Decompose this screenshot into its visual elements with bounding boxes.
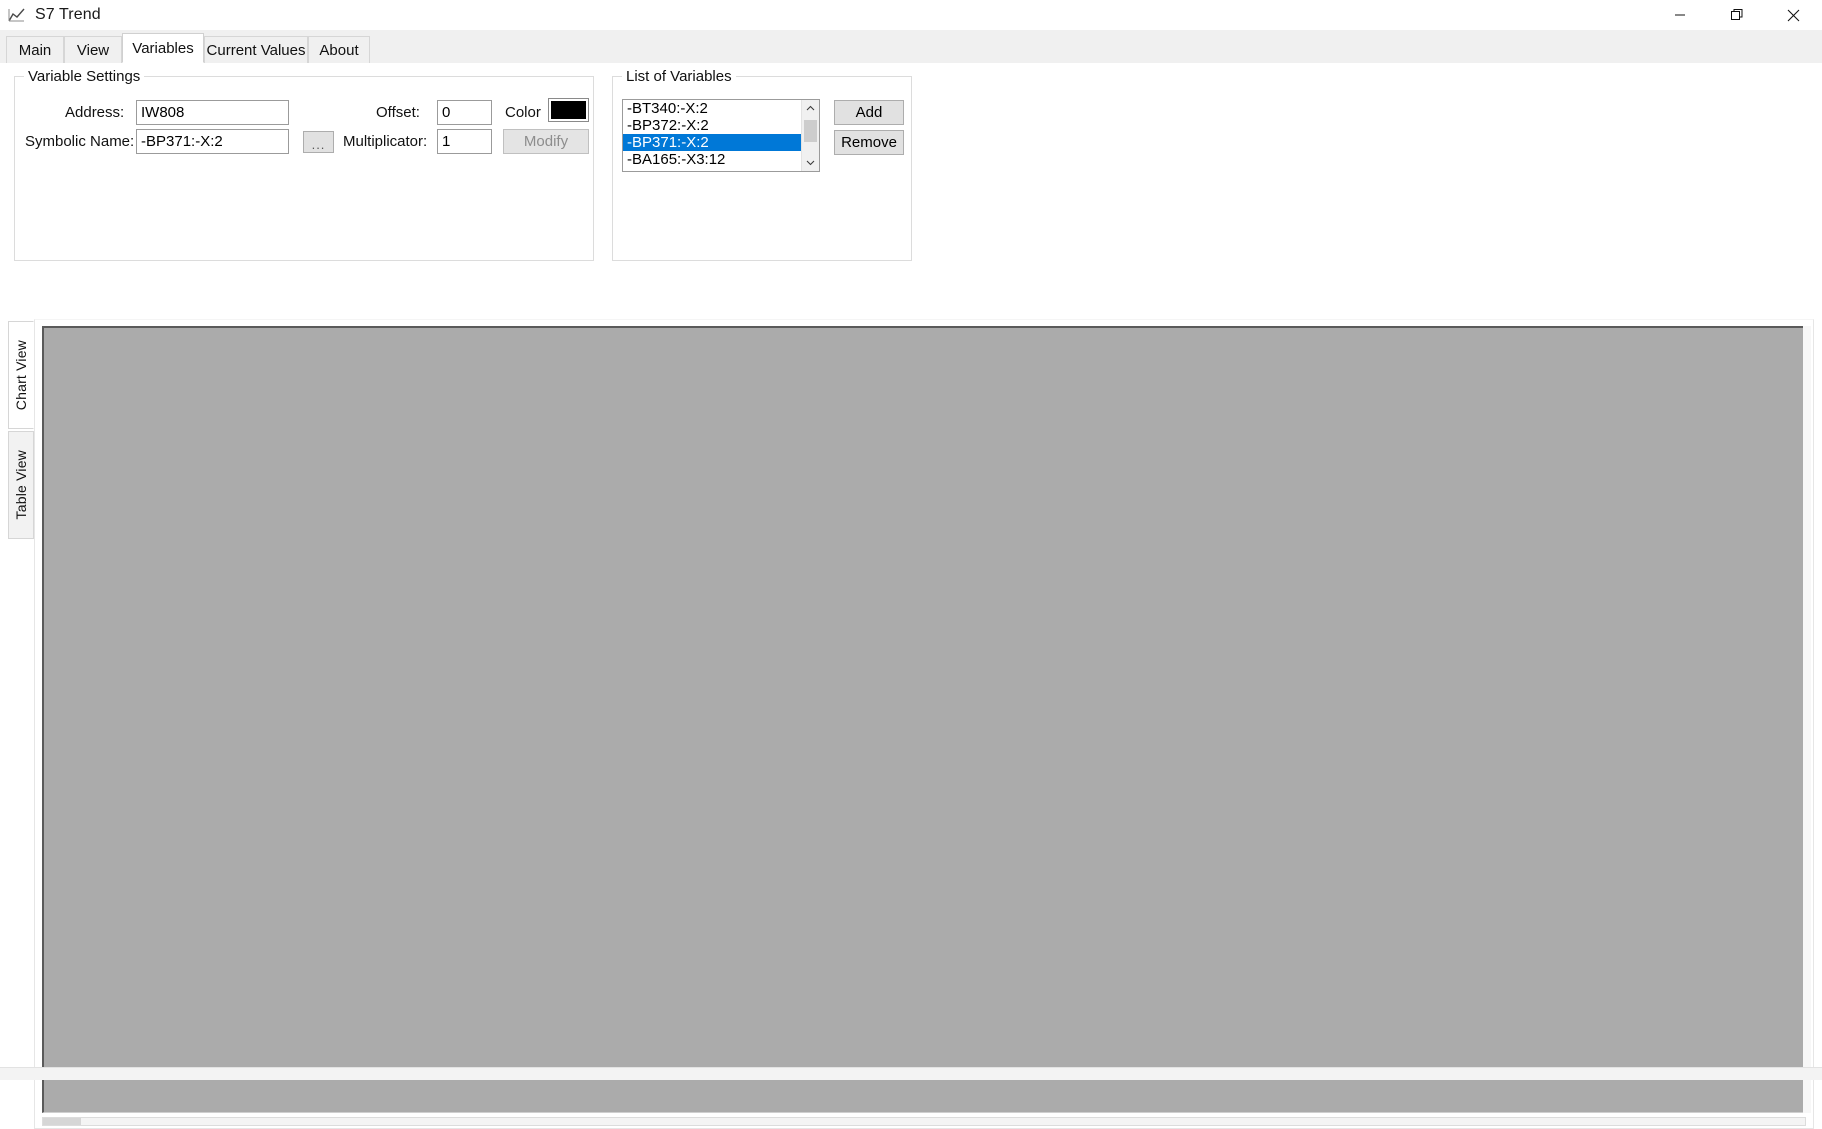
chevron-down-icon[interactable] xyxy=(802,154,819,171)
variables-page: Variable Settings Address: Symbolic Name… xyxy=(0,63,1822,1129)
minimize-icon[interactable] xyxy=(1651,0,1708,30)
color-label: Color xyxy=(505,104,541,121)
list-of-variables-group: List of Variables -BT340:-X:2 -BP372:-X:… xyxy=(612,68,912,261)
listbox-scrollbar[interactable] xyxy=(801,100,819,171)
side-tab-table-view-label: Table View xyxy=(13,450,29,520)
side-tab-table-view[interactable]: Table View xyxy=(8,431,34,539)
color-swatch-button[interactable] xyxy=(548,98,589,122)
multiplicator-label: Multiplicator: xyxy=(343,133,428,150)
side-tab-chart-view-label: Chart View xyxy=(13,339,29,411)
tab-strip: Main View Variables Current Values About xyxy=(0,30,1822,64)
list-item[interactable]: -BA165:-X3:12 xyxy=(623,151,801,168)
variables-listbox[interactable]: -BT340:-X:2 -BP372:-X:2 -BP371:-X:2 -BA1… xyxy=(622,99,820,172)
chart-horizontal-scrollbar[interactable] xyxy=(42,1117,1806,1126)
modify-button[interactable]: Modify xyxy=(503,129,589,154)
title-bar: S7 Trend xyxy=(0,0,1822,30)
chevron-up-icon[interactable] xyxy=(802,100,819,117)
tab-main[interactable]: Main xyxy=(6,36,64,63)
color-swatch-fill xyxy=(551,101,586,119)
tab-variables[interactable]: Variables xyxy=(122,33,204,63)
window-title: S7 Trend xyxy=(35,6,101,23)
list-item[interactable]: -BT340:-X:2 xyxy=(623,100,801,117)
list-item[interactable]: -BP371:-X:2 xyxy=(623,134,801,151)
chart-vertical-scrollbar[interactable] xyxy=(1803,326,1811,1113)
scrollbar-thumb[interactable] xyxy=(43,1118,81,1125)
variable-settings-group: Variable Settings Address: Symbolic Name… xyxy=(14,68,594,261)
offset-input[interactable] xyxy=(437,100,492,125)
tab-view[interactable]: View xyxy=(64,36,122,63)
status-strip xyxy=(0,1067,1822,1080)
list-of-variables-title: List of Variables xyxy=(622,68,736,85)
variables-listbox-items: -BT340:-X:2 -BP372:-X:2 -BP371:-X:2 -BA1… xyxy=(623,100,801,171)
variable-settings-title: Variable Settings xyxy=(24,68,145,85)
address-label: Address: xyxy=(65,104,125,121)
address-input[interactable] xyxy=(136,100,289,125)
window-controls xyxy=(1651,0,1822,30)
maximize-icon[interactable] xyxy=(1708,0,1765,30)
close-icon[interactable] xyxy=(1765,0,1822,30)
view-side-tabs: Chart View Table View xyxy=(8,321,34,539)
offset-label: Offset: xyxy=(376,104,420,121)
multiplicator-input[interactable] xyxy=(437,129,492,154)
add-button[interactable]: Add xyxy=(834,100,904,125)
chart-view-pane xyxy=(34,319,1814,1129)
symbolic-name-label: Symbolic Name: xyxy=(25,133,135,150)
scrollbar-thumb[interactable] xyxy=(804,120,817,142)
list-item[interactable]: -BP372:-X:2 xyxy=(623,117,801,134)
side-tab-chart-view[interactable]: Chart View xyxy=(8,321,34,429)
tab-about[interactable]: About xyxy=(308,36,370,63)
app-icon xyxy=(7,5,27,25)
symbolic-name-input[interactable] xyxy=(136,129,289,154)
browse-symbolic-name-button[interactable]: ... xyxy=(303,131,334,153)
chart-canvas[interactable] xyxy=(42,326,1806,1113)
tab-current-values[interactable]: Current Values xyxy=(204,36,308,63)
remove-button[interactable]: Remove xyxy=(834,130,904,155)
